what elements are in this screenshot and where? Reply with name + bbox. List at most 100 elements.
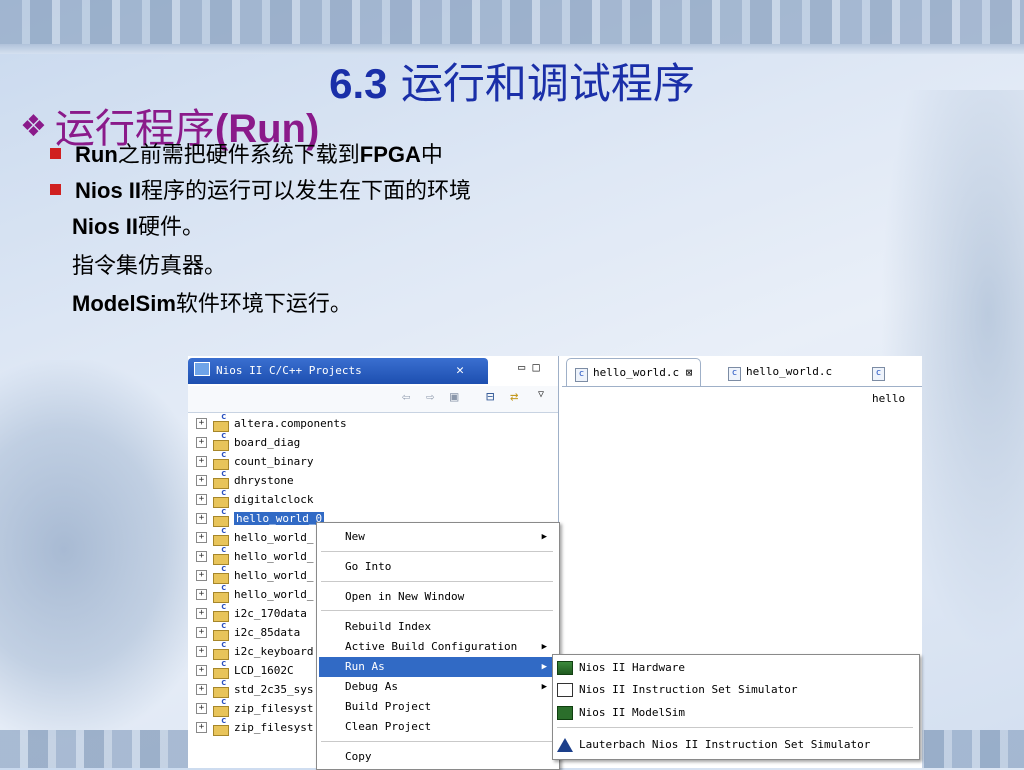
project-icon <box>213 621 229 641</box>
expand-icon[interactable]: + <box>196 722 207 733</box>
slide-title-number: 6.3 <box>329 60 388 107</box>
tree-item-label: altera.components <box>234 417 347 430</box>
expand-icon[interactable]: + <box>196 437 207 448</box>
maximize-icon[interactable]: □ <box>532 360 539 374</box>
bullet-1-strong: Run <box>75 142 118 167</box>
submenu-arrow-icon: ▶ <box>541 642 547 652</box>
editor-tabs: c hello_world.c ⊠ c hello_world.c c hello <box>562 358 922 405</box>
expand-icon[interactable]: + <box>196 513 207 524</box>
menu-item-debug-as[interactable]: Debug As ▶ <box>319 677 555 697</box>
bullet-line-2: Nios II程序的运行可以发生在下面的环境 <box>50 173 471 205</box>
minimize-icon[interactable]: ▭ <box>518 360 525 374</box>
expand-icon[interactable]: + <box>196 684 207 695</box>
square-bullet-icon <box>50 184 61 195</box>
projects-view-tab[interactable]: Nios II C/C++ Projects ✕ <box>188 358 488 384</box>
lauterbach-icon <box>557 738 573 752</box>
expand-icon[interactable]: + <box>196 608 207 619</box>
menu-item-open-new-window[interactable]: Open in New Window <box>319 587 555 607</box>
submenu-arrow-icon: ▶ <box>541 662 547 672</box>
expand-icon[interactable]: + <box>196 627 207 638</box>
menu-label: Build Project <box>345 700 432 713</box>
expand-icon[interactable]: + <box>196 665 207 676</box>
menu-item-active-build-config[interactable]: Active Build Configuration ▶ <box>319 637 555 657</box>
expand-icon[interactable]: + <box>196 551 207 562</box>
close-icon[interactable]: ✕ <box>456 358 464 384</box>
editor-tab[interactable]: c hello <box>864 358 922 405</box>
run-modelsim[interactable]: Nios II ModelSim <box>557 703 685 723</box>
project-icon <box>213 678 229 698</box>
collapse-all-icon[interactable]: ⊟ <box>486 389 494 405</box>
menu-item-clean-project[interactable]: Clean Project <box>319 717 555 737</box>
expand-icon[interactable]: + <box>196 589 207 600</box>
back-arrow-icon[interactable]: ⇦ <box>402 389 410 405</box>
tree-item[interactable]: + digitalclock <box>196 488 347 509</box>
env-item-3-strong: ModelSim <box>72 291 176 316</box>
expand-icon[interactable]: + <box>196 456 207 467</box>
run-nios-hardware[interactable]: Nios II Hardware <box>557 658 685 678</box>
tree-item[interactable]: + dhrystone <box>196 469 347 490</box>
project-icon <box>213 583 229 603</box>
menu-label: Run As <box>345 660 385 673</box>
menu-label: Copy <box>345 750 372 763</box>
square-bullet-icon <box>50 148 61 159</box>
forward-arrow-icon[interactable]: ⇨ <box>426 389 434 405</box>
up-folder-icon[interactable]: ▣ <box>450 389 458 405</box>
view-menu-icon[interactable]: ▽ <box>538 389 544 400</box>
tree-item[interactable]: + board_diag <box>196 431 347 452</box>
bullet-2-strong: Nios II <box>75 178 142 203</box>
tab-close-icon[interactable]: ⊠ <box>686 366 693 379</box>
editor-tab-label: hello <box>872 392 906 405</box>
tree-item[interactable]: + count_binary <box>196 450 347 471</box>
menu-label: Debug As <box>345 680 398 693</box>
expand-icon[interactable]: + <box>196 475 207 486</box>
expand-icon[interactable]: + <box>196 703 207 714</box>
editor-tab[interactable]: c hello_world.c <box>720 358 840 385</box>
menu-label: Rebuild Index <box>345 620 432 633</box>
expand-icon[interactable]: + <box>196 418 207 429</box>
bullet-1-text2: 中 <box>420 143 443 168</box>
menu-label: Clean Project <box>345 720 432 733</box>
projects-toolbar: ⇦ ⇨ ▣ ⊟ ⇄ ▽ <box>188 386 558 413</box>
bullet-1-text: 之前需把硬件系统下载到 <box>117 143 360 168</box>
menu-label: Go Into <box>345 560 392 573</box>
submenu-label: Nios II Hardware <box>579 661 685 674</box>
tree-item-label: std_2c35_sys <box>234 683 314 696</box>
env-item-3-text: 软件环境下运行。 <box>175 292 352 317</box>
submenu-arrow-icon: ▶ <box>541 682 547 692</box>
menu-separator <box>321 741 553 742</box>
c-file-icon: c <box>872 367 885 381</box>
tree-item-label: i2c_keyboard <box>234 645 314 658</box>
project-icon <box>213 697 229 717</box>
submenu-label: Lauterbach Nios II Instruction Set Simul… <box>579 738 871 751</box>
menu-item-build-project[interactable]: Build Project <box>319 697 555 717</box>
submenu-arrow-icon: ▶ <box>541 532 547 542</box>
menu-item-copy[interactable]: Copy <box>319 747 555 767</box>
expand-icon[interactable]: + <box>196 494 207 505</box>
menu-item-rebuild-index[interactable]: Rebuild Index <box>319 617 555 637</box>
expand-icon[interactable]: + <box>196 646 207 657</box>
menu-separator <box>321 551 553 552</box>
editor-tab-label: hello_world.c <box>746 365 833 378</box>
project-icon <box>213 526 229 546</box>
menu-item-run-as[interactable]: Run As ▶ <box>319 657 555 677</box>
expand-icon[interactable]: + <box>196 570 207 581</box>
tree-item[interactable]: + altera.components <box>196 412 347 433</box>
editor-tab-active[interactable]: c hello_world.c ⊠ <box>566 358 702 386</box>
run-lauterbach-simulator[interactable]: Lauterbach Nios II Instruction Set Simul… <box>557 735 870 755</box>
expand-icon[interactable]: + <box>196 532 207 543</box>
link-editor-icon[interactable]: ⇄ <box>510 389 518 405</box>
editor-tab-label: hello_world.c <box>593 366 680 379</box>
tree-item-label: count_binary <box>234 455 314 468</box>
tree-item-label: hello_world_ <box>234 550 314 563</box>
slide-title-text: 运行和调试程序 <box>400 59 695 108</box>
project-icon <box>213 450 229 470</box>
menu-item-new[interactable]: New ▶ <box>319 527 555 547</box>
tree-item-label: zip_filesyst <box>234 702 314 715</box>
run-instruction-set-simulator[interactable]: Nios II Instruction Set Simulator <box>557 680 798 700</box>
project-icon <box>213 716 229 736</box>
project-icon <box>213 564 229 584</box>
env-item-3: ModelSim软件环境下运行。 <box>72 286 352 318</box>
menu-item-go-into[interactable]: Go Into <box>319 557 555 577</box>
project-icon <box>213 412 229 432</box>
tree-item-label: hello_world_ <box>234 569 314 582</box>
